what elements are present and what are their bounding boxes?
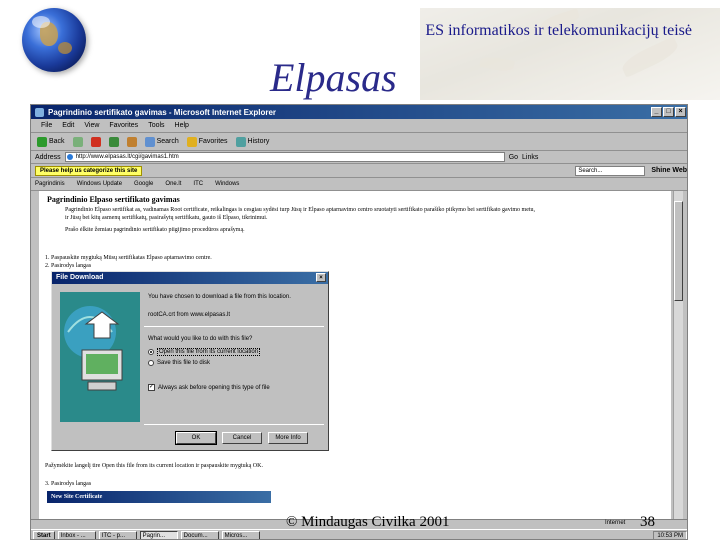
- file-download-dialog: File Download × You have chosen to downl…: [51, 271, 329, 451]
- address-label: Address: [35, 153, 61, 161]
- page-number: 38: [640, 514, 655, 530]
- dialog-title: File Download: [56, 274, 104, 281]
- option-open-radio[interactable]: Open this file from its current location: [148, 348, 261, 356]
- address-input[interactable]: http://www.elpasas.lt/cgi/gavimas1.htm: [64, 152, 505, 162]
- categorize-button[interactable]: Please help us categorize this site: [35, 165, 143, 176]
- option-save-radio[interactable]: Save this file to disk: [148, 360, 210, 366]
- maximize-icon[interactable]: □: [663, 107, 674, 117]
- radio-icon: [148, 360, 154, 366]
- cancel-button[interactable]: Cancel: [222, 432, 262, 444]
- globe-icon: [22, 8, 86, 72]
- address-bar: Address http://www.elpasas.lt/cgi/gavima…: [31, 151, 687, 164]
- forward-arrow-icon: [72, 136, 83, 147]
- close-icon[interactable]: ×: [316, 273, 326, 282]
- bird-shape: [479, 55, 515, 73]
- instruction-text: Pažymėkite langelį tire Open this file f…: [45, 463, 263, 469]
- page-content: Pagrindinio Elpaso sertifikato gavimas P…: [39, 191, 671, 519]
- start-button[interactable]: Start: [33, 530, 55, 539]
- header-title: ES informatikos ir telekomunikacijų teis…: [425, 22, 692, 39]
- menu-bar: File Edit View Favorites Tools Help: [31, 119, 687, 133]
- step-1: 1. Paspauskite mygtuką Mūsų sertifikatas…: [45, 255, 212, 261]
- window-titlebar[interactable]: Pagrindinio sertifikato gavimas - Micros…: [31, 105, 687, 119]
- links-bar: Pagrindinis Windows Update Google One.lt…: [31, 178, 687, 191]
- go-button[interactable]: Go: [509, 154, 518, 161]
- dialog-prompt: You have chosen to download a file from …: [148, 294, 291, 300]
- taskbar-item[interactable]: ITC - p...: [98, 530, 137, 539]
- bird-shape: [619, 36, 681, 78]
- home-button[interactable]: [126, 136, 137, 147]
- link-item[interactable]: ITC: [193, 181, 203, 187]
- always-ask-checkbox[interactable]: ✓ Always ask before opening this type of…: [148, 384, 270, 391]
- ie-logo-icon: [35, 107, 44, 117]
- minimize-icon[interactable]: _: [651, 107, 662, 117]
- page-icon: [66, 154, 73, 160]
- dialog-separator: [144, 326, 324, 327]
- vertical-scrollbar[interactable]: [673, 191, 683, 519]
- status-zone: Internet: [605, 520, 626, 526]
- slide-title: Elpasas: [270, 55, 397, 100]
- refresh-button[interactable]: [108, 136, 119, 147]
- links-label[interactable]: Links: [522, 154, 538, 161]
- favorites-icon: [186, 136, 197, 147]
- dialog-question: What would you like to do with this file…: [148, 336, 253, 342]
- helper-toolbar: Please help us categorize this site Sear…: [31, 164, 687, 178]
- content-paragraph: Prašo ėlkite žemiau pagrindinio sertifik…: [65, 227, 245, 233]
- shine-web-button[interactable]: Shine Web: [651, 167, 687, 174]
- browser-window: Pagrindinio sertifikato gavimas - Micros…: [30, 104, 688, 540]
- toolbar-search-input[interactable]: Search...: [575, 165, 646, 176]
- back-arrow-icon: [37, 136, 47, 147]
- link-item[interactable]: One.lt: [165, 181, 181, 187]
- menu-help[interactable]: Help: [175, 122, 189, 129]
- menu-file[interactable]: File: [41, 122, 52, 129]
- content-paragraph: ir Jūsų bei kitų asmenų sertifikatų, pas…: [65, 215, 268, 221]
- forward-button[interactable]: [72, 136, 83, 147]
- stop-button[interactable]: [90, 136, 101, 147]
- menu-view[interactable]: View: [84, 122, 99, 129]
- step-3: 3. Pasirodys langas: [45, 481, 92, 487]
- taskbar-item[interactable]: Micros...: [221, 530, 260, 539]
- dialog-titlebar[interactable]: File Download ×: [52, 272, 328, 284]
- taskbar-item[interactable]: Docum...: [180, 530, 219, 539]
- search-button[interactable]: Search: [144, 136, 179, 147]
- step-2: 2. Pasirodys langas: [45, 263, 92, 269]
- refresh-icon: [108, 136, 119, 147]
- clock: 10:53 PM: [653, 530, 687, 539]
- footer-author: © Mindaugas Civilka 2001: [286, 514, 450, 530]
- new-site-certificate-titlebar[interactable]: New Site Certificate: [47, 491, 271, 503]
- taskbar-item[interactable]: Inbox - ...: [57, 530, 96, 539]
- ok-button[interactable]: OK: [175, 431, 217, 445]
- favorites-button[interactable]: Favorites: [186, 136, 228, 147]
- history-button[interactable]: History: [235, 136, 269, 147]
- stop-icon: [90, 136, 101, 147]
- back-button[interactable]: Back: [37, 136, 65, 147]
- link-item[interactable]: Pagrindinis: [35, 181, 65, 187]
- more-info-button[interactable]: More Info: [268, 432, 308, 444]
- radio-selected-icon: [148, 349, 154, 355]
- home-icon: [126, 136, 137, 147]
- menu-favorites[interactable]: Favorites: [109, 122, 138, 129]
- dialog-file-name: rootCA.crt from www.elpasas.lt: [148, 312, 231, 318]
- scrollbar-thumb[interactable]: [674, 201, 683, 301]
- slide: ES informatikos ir telekomunikacijų teis…: [0, 0, 720, 540]
- history-icon: [235, 136, 246, 147]
- link-item[interactable]: Windows Update: [77, 181, 122, 187]
- menu-tools[interactable]: Tools: [148, 122, 164, 129]
- link-item[interactable]: Windows: [215, 181, 239, 187]
- dialog-separator: [144, 424, 324, 425]
- menu-edit[interactable]: Edit: [62, 122, 74, 129]
- content-heading: Pagrindinio Elpaso sertifikato gavimas: [47, 195, 180, 204]
- toolbar: Back Search Favorites History: [31, 133, 687, 151]
- checkmark-icon: ✓: [148, 384, 155, 391]
- content-paragraph: Pagrindinio Elpaso sertifikat as, vadina…: [65, 207, 536, 213]
- taskbar-item[interactable]: Pagrin...: [139, 530, 178, 539]
- close-icon[interactable]: ×: [675, 107, 686, 117]
- window-title: Pagrindinio sertifikato gavimas - Micros…: [48, 107, 277, 117]
- link-item[interactable]: Google: [134, 181, 153, 187]
- computer-download-icon: [60, 292, 140, 422]
- header-strip: ES informatikos ir telekomunikacijų teis…: [0, 0, 720, 104]
- search-icon: [144, 136, 155, 147]
